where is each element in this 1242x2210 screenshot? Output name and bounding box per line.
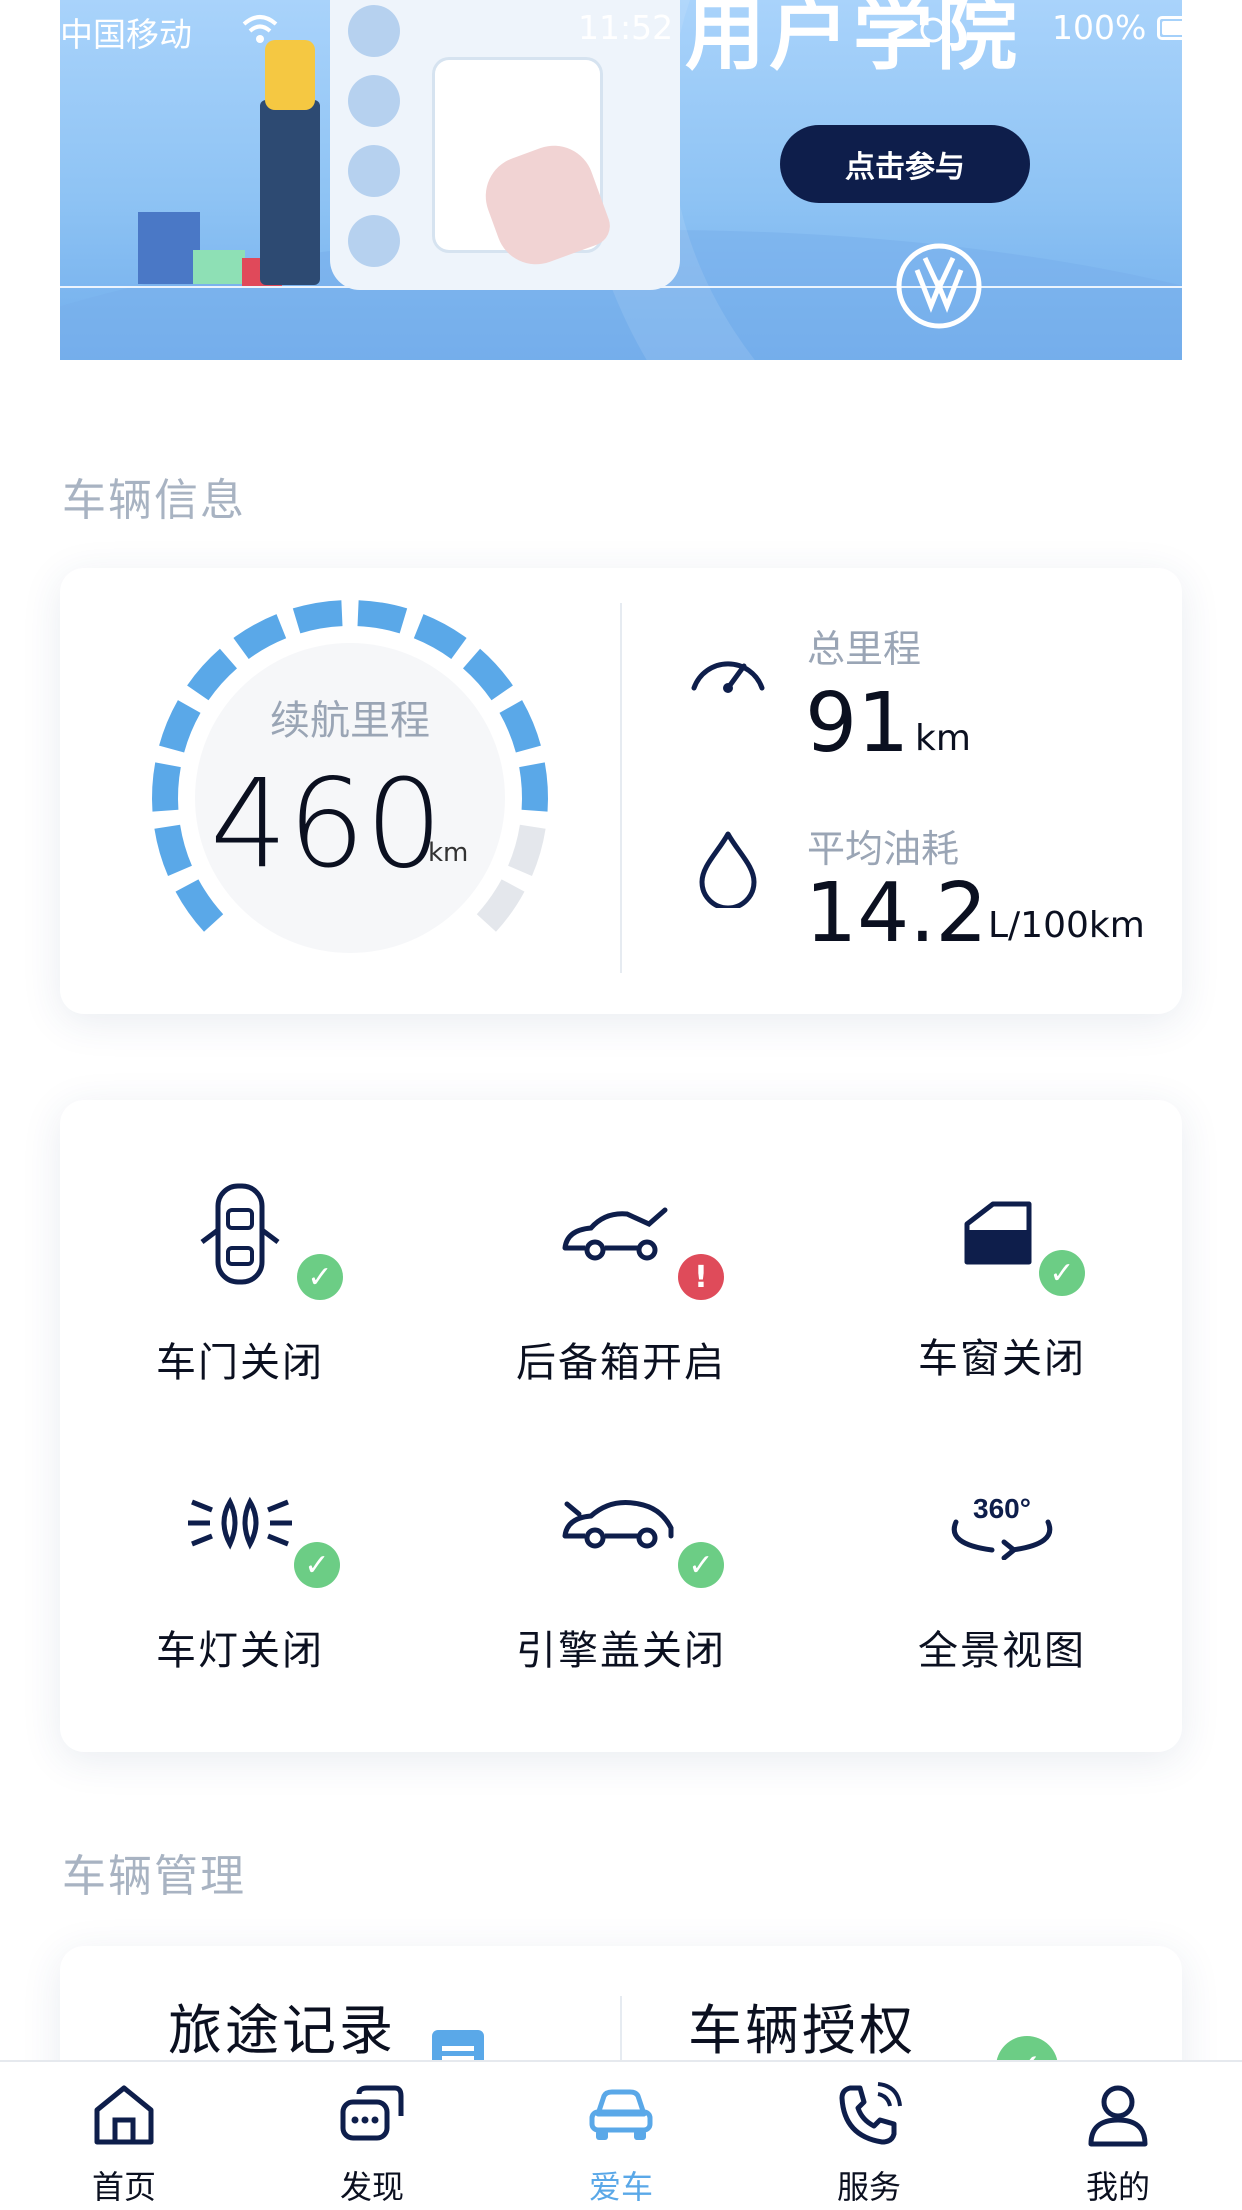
range-label: 续航里程 xyxy=(270,698,430,744)
home-icon xyxy=(94,2085,154,2145)
gauge-segment xyxy=(292,600,343,634)
car-icon xyxy=(589,2089,653,2140)
speedometer-icon xyxy=(691,661,765,693)
car-door-icon xyxy=(200,1183,280,1285)
wifi-icon xyxy=(242,15,278,43)
battery-icon xyxy=(1157,16,1197,40)
status-item-door[interactable]: ✓ 车门关闭 xyxy=(60,1180,420,1400)
section-title-vehicle-info: 车辆信息 xyxy=(62,475,246,526)
tab-label: 发现 xyxy=(339,2168,404,2206)
alert-icon: ! xyxy=(678,1254,724,1300)
banner-illustration-box xyxy=(193,250,245,284)
svg-text:360°: 360° xyxy=(973,1493,1031,1524)
hood-icon xyxy=(562,1500,674,1549)
tab-home[interactable]: 首页 xyxy=(0,2062,248,2210)
gauge-segment xyxy=(507,824,546,877)
status-item-hood[interactable]: ✓ 引擎盖关闭 xyxy=(441,1468,801,1688)
ok-check-icon: ✓ xyxy=(1039,1250,1085,1296)
authorization-button[interactable]: 车辆授权 xyxy=(688,1986,916,2065)
tab-label: 爱车 xyxy=(588,2168,653,2206)
music-icon xyxy=(348,145,400,197)
tab-label: 我的 xyxy=(1085,2168,1150,2206)
total-mileage-unit: km xyxy=(915,718,971,759)
status-bar: 中国移动 11:52 100% xyxy=(0,0,1242,60)
gauge-segment xyxy=(154,824,193,877)
banner-illustration-box xyxy=(138,212,200,284)
gauge-segment xyxy=(233,614,287,660)
navigation-icon xyxy=(348,75,400,127)
status-item-window[interactable]: ✓ 车窗关闭 xyxy=(822,1180,1182,1400)
gauge-segment xyxy=(499,700,541,753)
carrier-name: 中国移动 xyxy=(60,15,192,54)
gauge-segment xyxy=(152,762,181,812)
ok-check-icon: ✓ xyxy=(678,1542,724,1588)
range-unit: km xyxy=(428,838,469,868)
status-label: 车灯关闭 xyxy=(156,1628,324,1674)
vehicle-status-card: ✓ 车门关闭 ! 后备箱开启 ✓ 车窗关闭 ✓ 车灯关闭 ✓ 引擎盖关闭 360… xyxy=(60,1100,1182,1752)
gauge-segment xyxy=(519,762,548,812)
ok-check-icon: ✓ xyxy=(297,1254,343,1300)
alarm-icon xyxy=(920,17,946,43)
gauge-segment xyxy=(476,879,525,932)
banner-illustration-person xyxy=(260,100,320,285)
vehicle-info-card: 续航里程 460 km 总里程 91 km 平均油耗 14.2 L/100km xyxy=(60,568,1182,1014)
range-value: 460 xyxy=(210,753,443,895)
clock: 11:52 xyxy=(578,8,674,47)
gauge-segment xyxy=(159,700,201,753)
bag-icon xyxy=(348,215,400,267)
section-title-vehicle-management: 车辆管理 xyxy=(62,1851,246,1902)
avg-fuel-value: 14.2 xyxy=(805,866,988,961)
status-label: 车窗关闭 xyxy=(918,1336,1086,1382)
trunk-icon xyxy=(562,1207,668,1261)
tab-service[interactable]: 服务 xyxy=(745,2062,993,2210)
status-item-trunk[interactable]: ! 后备箱开启 xyxy=(441,1180,801,1400)
fuel-drop-icon xyxy=(699,831,757,908)
ok-check-icon: ✓ xyxy=(294,1542,340,1588)
car-window-icon xyxy=(964,1201,1032,1265)
join-button[interactable]: 点击参与 xyxy=(780,125,1030,203)
person-icon xyxy=(1088,2085,1148,2147)
status-item-360-view[interactable]: 360° 全景视图 xyxy=(822,1468,1182,1688)
avg-fuel-unit: L/100km xyxy=(988,905,1145,946)
battery-percent: 100% xyxy=(1052,8,1147,47)
tab-label: 服务 xyxy=(836,2168,901,2206)
avg-fuel-label: 平均油耗 xyxy=(807,827,960,871)
total-mileage-value: 91 xyxy=(805,676,910,771)
tab-mine[interactable]: 我的 xyxy=(994,2062,1242,2210)
tab-bar: 首页 发现 爱车 服务 我的 xyxy=(0,2060,1242,2210)
phone-icon xyxy=(839,2082,902,2145)
tab-car[interactable]: 爱车 xyxy=(497,2062,745,2210)
status-label: 后备箱开启 xyxy=(516,1340,726,1386)
car-light-icon xyxy=(188,1496,292,1550)
status-label: 车门关闭 xyxy=(156,1340,324,1386)
tab-label: 首页 xyxy=(91,2168,156,2206)
gauge-segment xyxy=(413,614,467,660)
total-mileage-label: 总里程 xyxy=(807,627,922,671)
trip-record-button[interactable]: 旅途记录 xyxy=(168,1986,396,2065)
discover-icon xyxy=(340,2085,404,2141)
status-label: 引擎盖关闭 xyxy=(516,1628,726,1674)
status-item-lights[interactable]: ✓ 车灯关闭 xyxy=(60,1468,420,1688)
360-view-icon: 360° xyxy=(951,1493,1053,1560)
status-label: 全景视图 xyxy=(918,1628,1086,1674)
tab-discover[interactable]: 发现 xyxy=(248,2062,496,2210)
vw-logo-icon xyxy=(896,243,982,329)
divider xyxy=(620,603,622,973)
gauge-segment xyxy=(357,600,408,634)
